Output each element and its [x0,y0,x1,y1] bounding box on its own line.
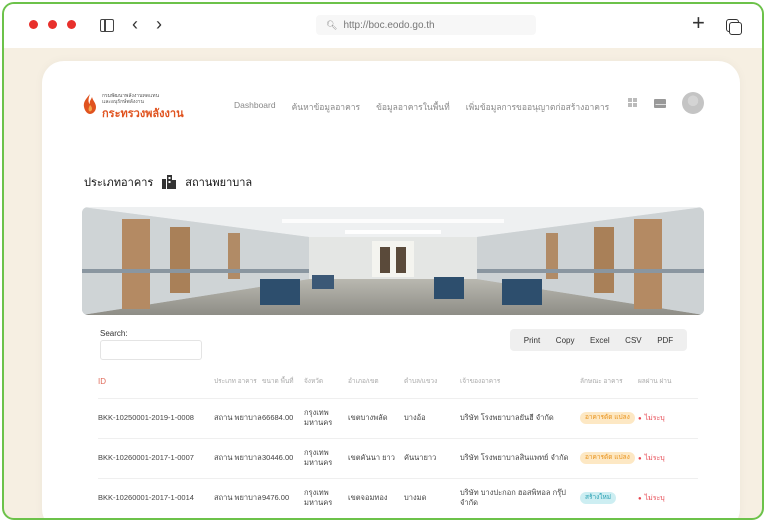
col-header-result[interactable]: ผลผ่าน ผ่าน [638,366,698,398]
cell-subdistrict: บางอ้อ [404,397,460,438]
nav-search-building[interactable]: ค้นหาข้อมูลอาคาร [292,100,361,114]
hospital-building-icon [161,174,177,190]
nav-area-buildings[interactable]: ข้อมูลอาคารในพื้นที่ [376,100,450,114]
cell-province: กรุงเทพ มหานคร [304,477,348,518]
excel-button[interactable]: Excel [590,336,610,345]
browser-toolbar: ‹ › 🔍︎ http://boc.eodo.go.th + [4,4,762,48]
cell-type: สถาน พยาบาล [214,397,262,438]
table-header-row: ID ประเภท อาคาร ขนาด พื้นที่ จังหวัด อำเ… [98,366,698,398]
col-header-district[interactable]: อำเภอ/เขต [348,366,404,398]
cell-type: สถาน พยาบาล [214,437,262,478]
close-window-dot[interactable] [29,20,38,29]
buildings-table: ID ประเภท อาคาร ขนาด พื้นที่ จังหวัด อำเ… [98,366,698,518]
cell-area: 66684.00 [262,397,304,438]
search-input[interactable] [100,340,202,360]
hospital-hallway-image [82,207,704,315]
nav-add-permit[interactable]: เพิ่มข้อมูลการขออนุญาตก่อสร้างอาคาร [466,100,610,114]
cell-building-status: อาคารดัด แปลง [580,437,638,478]
cell-subdistrict: คันนายาว [404,437,460,478]
col-header-id[interactable]: ID [98,366,214,398]
col-header-owner[interactable]: เจ้าของอาคาร [460,366,580,398]
building-type-heading: ประเภทอาคาร สถานพยาบาล [84,173,252,191]
logo-line-3: กระทรวงพลังงาน [102,108,184,120]
cell-district: เขตคันนา ยาว [348,437,404,478]
nav-dashboard[interactable]: Dashboard [234,100,276,114]
cell-area: 30446.00 [262,437,304,478]
print-button[interactable]: Print [524,336,540,345]
col-header-building-status[interactable]: ลักษณะ อาคาร [580,366,638,398]
user-avatar[interactable] [682,92,704,114]
table-row[interactable]: BKK-10260001-2017-1-0007 สถาน พยาบาล 304… [98,437,698,478]
cell-owner: บริษัท บางปะกอก ฮอสพิทอล กรุ๊ป จำกัด [460,477,580,518]
url-text: http://boc.eodo.go.th [343,20,435,31]
col-header-subdistrict[interactable]: ตำบล/แขวง [404,366,460,398]
cell-province: กรุงเทพ มหานคร [304,397,348,438]
result-status: ไม่ระบุ [638,415,665,422]
cell-building-status: สร้างใหม่ [580,477,638,518]
cell-result: ไม่ระบุ [638,477,698,518]
cell-area: 9476.00 [262,477,304,518]
sidebar-toggle-icon[interactable] [100,19,114,32]
cell-province: กรุงเทพ มหานคร [304,437,348,478]
building-status-badge: สร้างใหม่ [580,492,617,505]
cell-result: ไม่ระบุ [638,397,698,438]
maximize-window-dot[interactable] [67,20,76,29]
pdf-button[interactable]: PDF [657,336,673,345]
mail-icon[interactable] [654,99,666,108]
export-button-group: Print Copy Excel CSV PDF [510,329,687,351]
main-nav: Dashboard ค้นหาข้อมูลอาคาร ข้อมูลอาคารใน… [234,100,609,114]
table-row[interactable]: BKK-10260001-2017-1-0014 สถาน พยาบาล 947… [98,477,698,518]
new-tab-icon[interactable]: + [692,12,705,34]
cell-id: BKK-10260001-2017-1-0014 [98,477,214,518]
search-label: Search: [100,329,128,338]
copy-button[interactable]: Copy [556,336,575,345]
building-status-badge: อาคารดัด แปลง [580,452,635,464]
cell-building-status: อาคารดัด แปลง [580,397,638,438]
site-logo[interactable]: กรมพัฒนาพลังงานทดแทน และอนุรักษ์พลังงาน … [82,89,202,123]
result-status: ไม่ระบุ [638,455,665,462]
tabs-overview-icon[interactable] [726,19,742,35]
cell-owner: บริษัท โรงพยาบาลสินแพทย์ จำกัด [460,437,580,478]
cell-type: สถาน พยาบาล [214,477,262,518]
col-header-province[interactable]: จังหวัด [304,366,348,398]
result-status: ไม่ระบุ [638,495,665,502]
csv-button[interactable]: CSV [625,336,641,345]
cell-id: BKK-10250001-2019-1-0008 [98,397,214,438]
building-type-label: ประเภทอาคาร [84,177,154,189]
back-arrow-icon[interactable]: ‹ [132,14,138,34]
apps-grid-icon[interactable] [628,98,637,107]
forward-arrow-icon[interactable]: › [156,14,162,34]
search-icon: 🔍︎ [326,20,338,30]
building-type-value: สถานพยาบาล [185,177,253,189]
flame-logo-icon [83,94,96,114]
address-bar[interactable]: 🔍︎ http://boc.eodo.go.th [316,15,536,35]
building-status-badge: อาคารดัด แปลง [580,412,635,424]
cell-id: BKK-10260001-2017-1-0007 [98,437,214,478]
cell-district: เขตบางพลัด [348,397,404,438]
col-header-type[interactable]: ประเภท อาคาร [214,366,262,398]
cell-result: ไม่ระบุ [638,437,698,478]
col-header-area[interactable]: ขนาด พื้นที่ [262,366,304,398]
cell-subdistrict: บางมด [404,477,460,518]
cell-owner: บริษัท โรงพยาบาลยันฮี จำกัด [460,397,580,438]
table-row[interactable]: BKK-10250001-2019-1-0008 สถาน พยาบาล 666… [98,397,698,438]
minimize-window-dot[interactable] [48,20,57,29]
cell-district: เขตจอมทอง [348,477,404,518]
web-page: กรมพัฒนาพลังงานทดแทน และอนุรักษ์พลังงาน … [42,61,740,518]
browser-window: ‹ › 🔍︎ http://boc.eodo.go.th + กรมพัฒนาพล… [2,2,764,520]
